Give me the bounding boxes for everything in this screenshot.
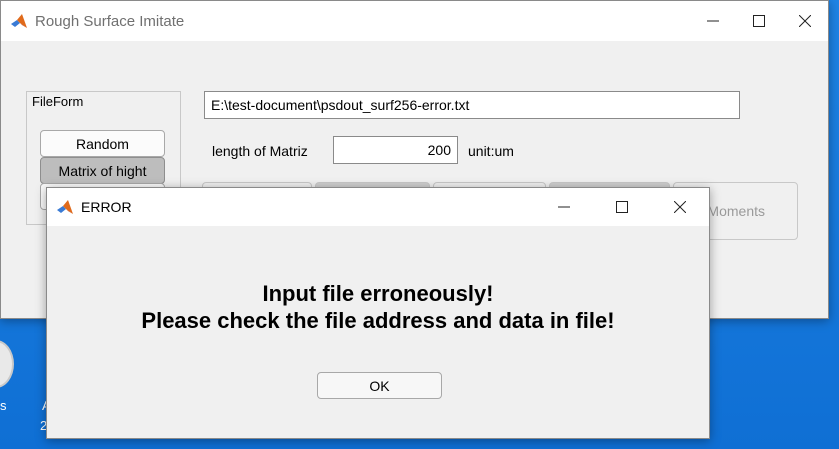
error-dialog: ERROR Input file erroneously! Please che…	[46, 187, 710, 439]
dialog-maximize-button[interactable]	[593, 188, 651, 226]
minimize-icon	[558, 206, 570, 208]
desktop-app-icon[interactable]	[0, 340, 14, 388]
desktop-icon-label: s	[0, 398, 7, 413]
matrix-of-hight-button[interactable]: Matrix of hight	[40, 157, 165, 184]
matlab-logo-icon	[11, 14, 27, 28]
maximize-button[interactable]	[736, 1, 782, 41]
minimize-button[interactable]	[690, 1, 736, 41]
panel-title: FileForm	[32, 94, 84, 109]
close-button[interactable]	[782, 1, 828, 41]
dialog-minimize-button[interactable]	[535, 188, 593, 226]
length-label: length of Matriz	[212, 143, 308, 159]
matlab-logo-icon	[57, 200, 73, 214]
moments-label: Moments	[707, 203, 765, 219]
minimize-icon	[707, 20, 719, 22]
error-message-line1: Input file erroneously!	[262, 281, 494, 306]
unit-label: unit:um	[468, 143, 514, 159]
length-value: 200	[427, 142, 451, 158]
close-icon	[674, 201, 686, 213]
ok-button[interactable]: OK	[317, 372, 442, 399]
length-input[interactable]: 200	[333, 136, 458, 164]
file-path-value: E:\test-document\psdout_surf256-error.tx…	[211, 97, 470, 113]
dialog-close-button[interactable]	[651, 188, 709, 226]
error-message-line2: Please check the file address and data i…	[141, 308, 615, 333]
dialog-titlebar[interactable]: ERROR	[47, 188, 709, 226]
random-button[interactable]: Random	[40, 130, 165, 157]
maximize-icon	[616, 201, 628, 213]
dialog-title: ERROR	[81, 199, 132, 215]
main-titlebar[interactable]: Rough Surface Imitate	[1, 1, 828, 41]
window-title: Rough Surface Imitate	[35, 12, 185, 30]
maximize-icon	[753, 15, 765, 27]
file-path-input[interactable]: E:\test-document\psdout_surf256-error.tx…	[204, 91, 740, 119]
close-icon	[799, 15, 811, 27]
